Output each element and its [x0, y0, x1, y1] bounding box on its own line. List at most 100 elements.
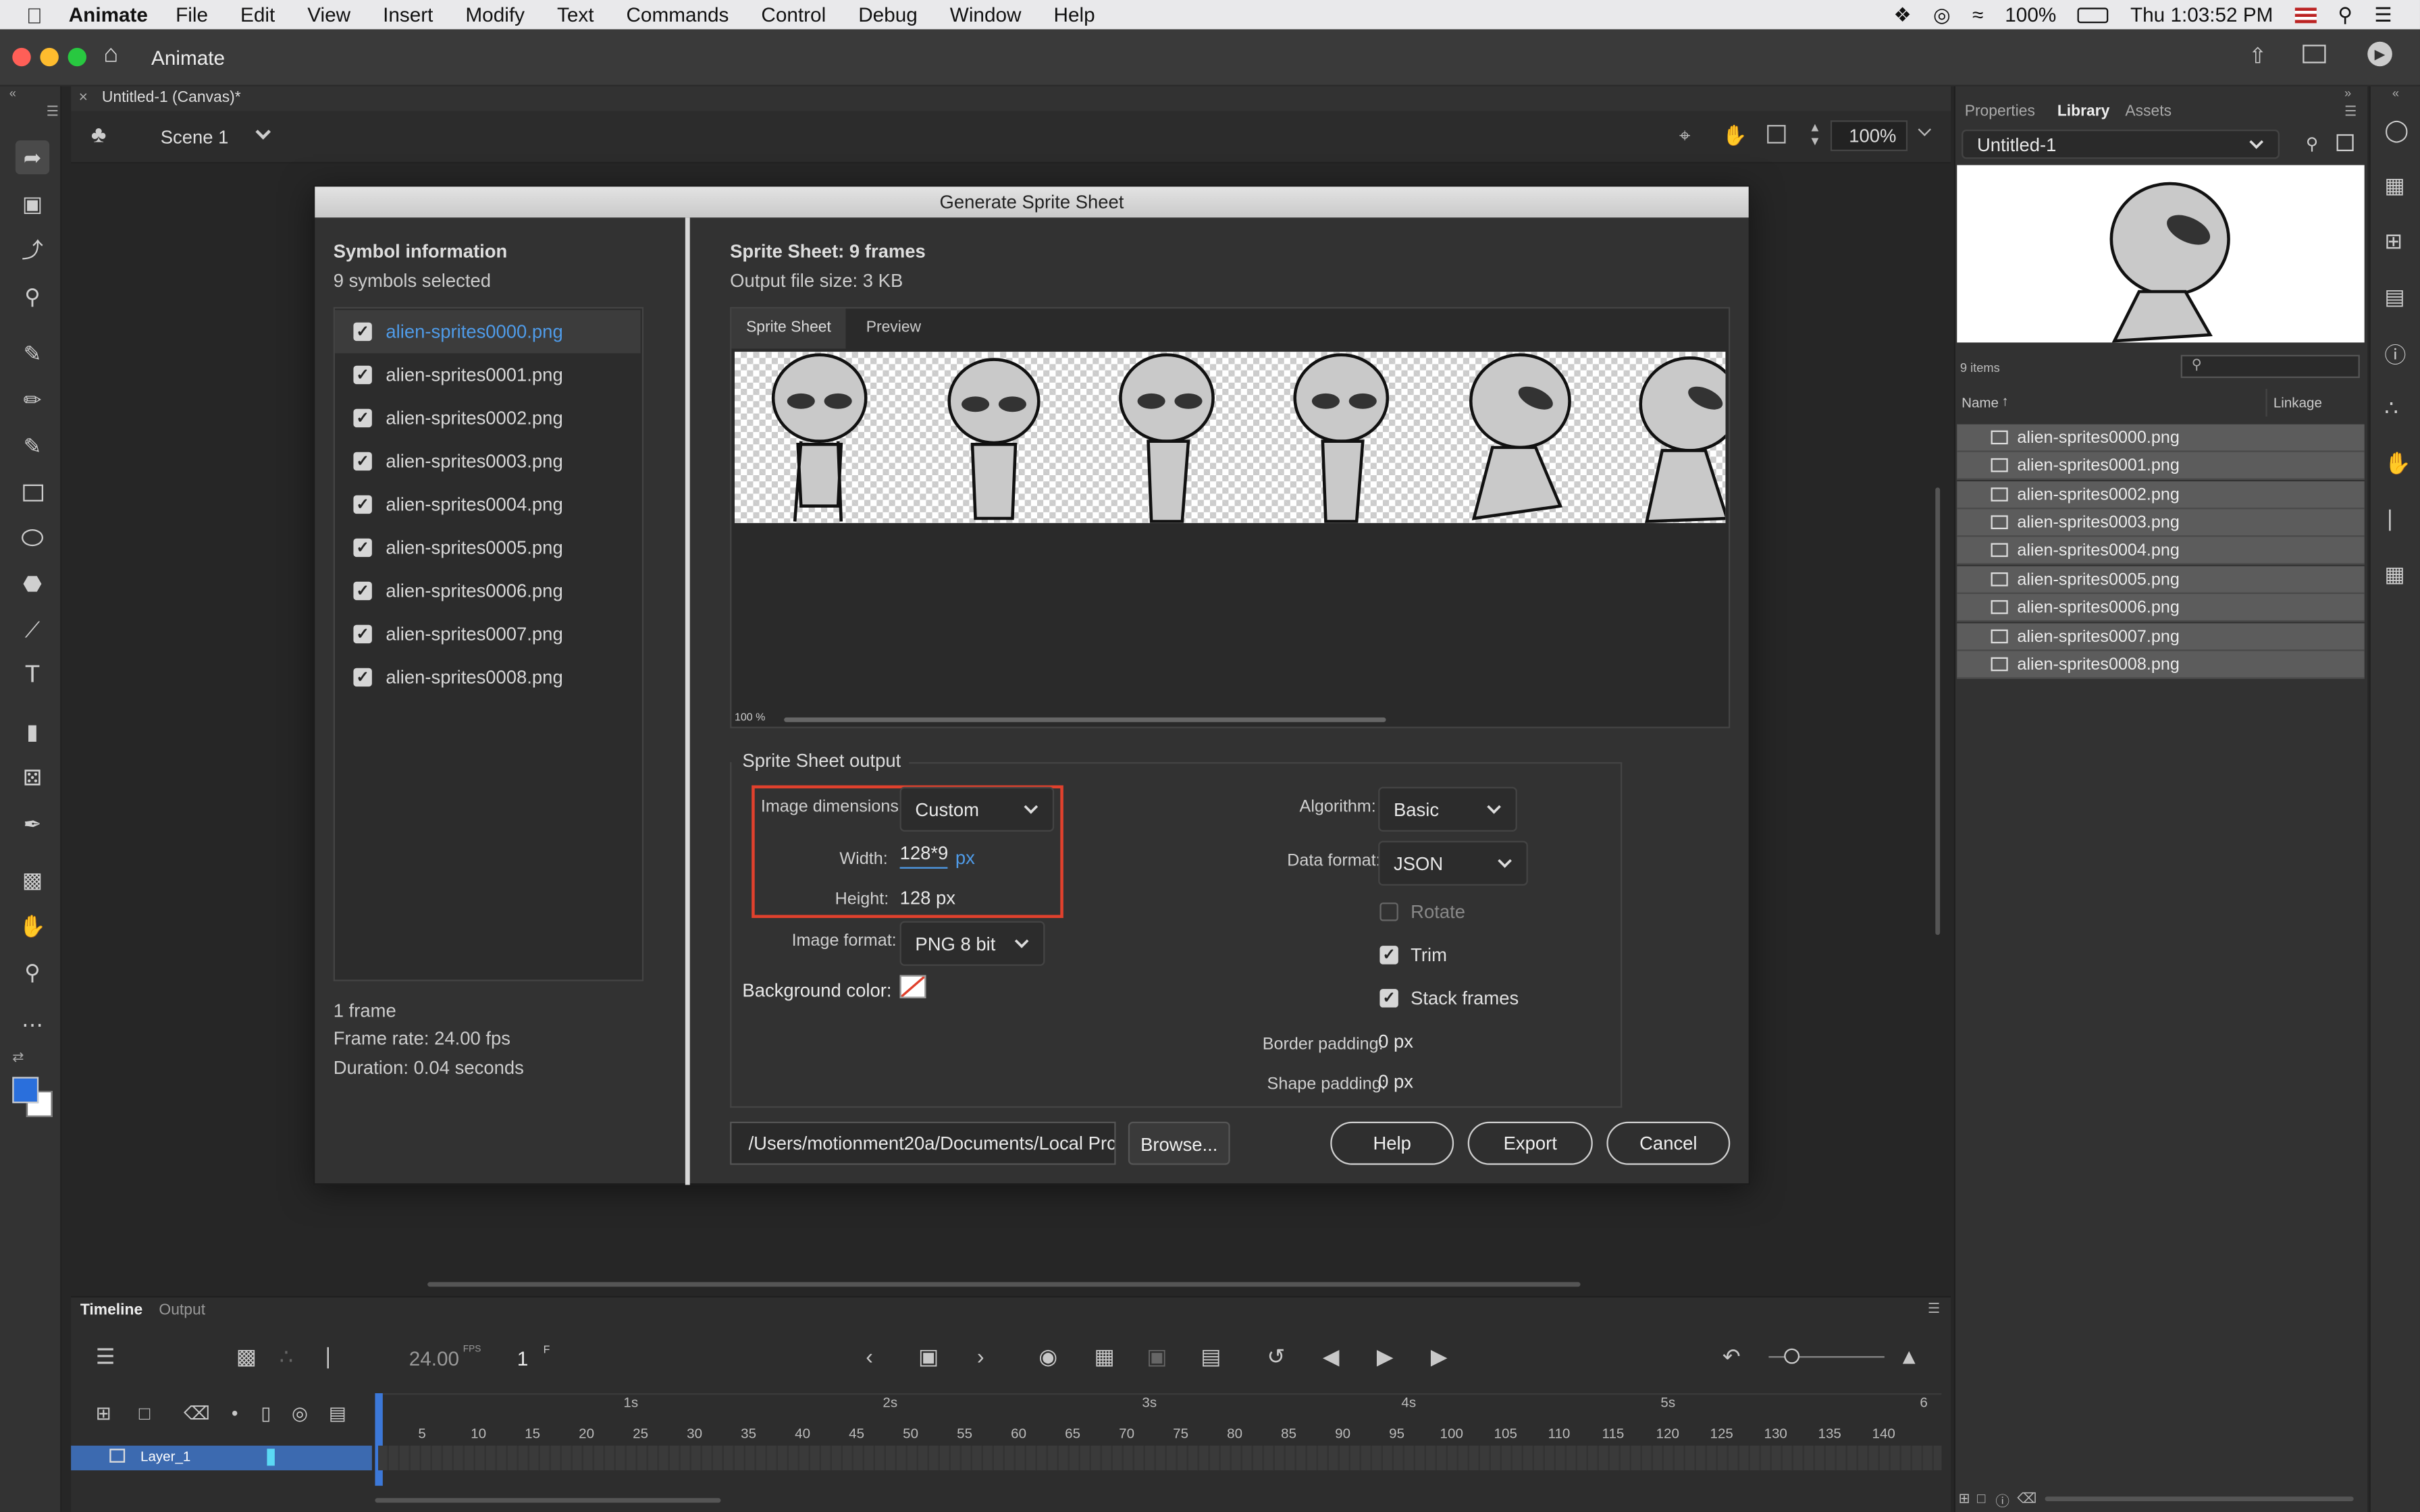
library-item[interactable]: alien-sprites0005.png	[1957, 566, 2365, 594]
data-format-dropdown[interactable]: JSON	[1378, 840, 1528, 886]
hand-tool-icon[interactable]: ✋	[16, 909, 49, 942]
library-item[interactable]: alien-sprites0008.png	[1957, 651, 2365, 679]
image-dimensions-dropdown[interactable]: Custom	[899, 786, 1055, 832]
align-panel-icon[interactable]: ⊞	[2384, 228, 2402, 254]
doc-tab[interactable]: Untitled-1 (Canvas)*	[102, 90, 241, 107]
new-folder-icon[interactable]: □	[139, 1403, 151, 1424]
new-folder-icon[interactable]: □	[1977, 1490, 1985, 1506]
menu-list-icon[interactable]: ☰	[2374, 2, 2392, 27]
symbol-row[interactable]: ✓ alien-sprites0000.png	[334, 310, 641, 354]
library-search-input[interactable]: ⚲	[2180, 354, 2360, 378]
stage-vertical-scrollbar[interactable]	[1935, 487, 1941, 936]
menu-help[interactable]: Help	[1053, 3, 1095, 26]
pencil-tool-icon[interactable]: ✎	[16, 429, 49, 462]
transform-panel-icon[interactable]: ▤	[2384, 284, 2404, 310]
new-library-icon[interactable]	[2336, 134, 2354, 151]
components-panel-icon[interactable]: ∴	[2384, 395, 2398, 421]
zoom-field[interactable]: 100%	[1830, 120, 1908, 151]
flag-icon[interactable]	[2294, 7, 2317, 23]
history-panel-icon[interactable]: ∣	[2384, 506, 2395, 533]
rotate-option[interactable]: Rotate	[1361, 901, 1465, 923]
free-transform-tool-icon[interactable]: ▣	[16, 187, 49, 221]
sort-arrow-icon[interactable]: ↑	[2002, 394, 2009, 409]
apple-icon[interactable]: 	[26, 2, 43, 27]
library-item[interactable]: alien-sprites0003.png	[1957, 509, 2365, 537]
close-doc-icon[interactable]: ×	[79, 90, 88, 107]
symbol-row[interactable]: ✓ alien-sprites0001.png	[335, 353, 641, 396]
lock-icon[interactable]: ▤	[329, 1403, 346, 1424]
color-panel-icon[interactable]: ◯	[2384, 117, 2409, 144]
delete-icon[interactable]: ⌫	[2017, 1490, 2036, 1507]
border-padding-input[interactable]: 0 px	[1378, 1031, 1413, 1052]
pin-tool-icon[interactable]: ⚲	[16, 279, 49, 313]
tab-preview[interactable]: Preview	[855, 308, 932, 348]
frame-value[interactable]: 1	[517, 1347, 529, 1370]
height-input[interactable]: 128 px	[900, 887, 955, 909]
menu-modify[interactable]: Modify	[465, 3, 525, 26]
wifi-icon[interactable]: ≈	[1972, 3, 1983, 26]
motion-presets-icon[interactable]: ✋	[2384, 450, 2411, 477]
tab-assets[interactable]: Assets	[2125, 103, 2172, 120]
timeline-scrollbar[interactable]	[375, 1498, 721, 1503]
workspace-icon[interactable]	[2303, 45, 2326, 63]
new-layer-icon[interactable]: ⊞	[96, 1403, 111, 1424]
width-input[interactable]: 128*9	[899, 842, 949, 869]
image-format-dropdown[interactable]: PNG 8 bit	[899, 921, 1045, 966]
center-frame-icon[interactable]: ▤	[1201, 1344, 1221, 1370]
home-icon[interactable]: ⌂	[103, 42, 118, 70]
oval-tool-icon[interactable]	[16, 520, 49, 554]
swap-colors-icon[interactable]: ⇄	[12, 1049, 24, 1066]
panel-menu-icon[interactable]: ☰	[47, 103, 59, 120]
onion-skin-icon[interactable]: ◉	[1038, 1344, 1057, 1370]
collapse-panel-icon[interactable]: »	[2344, 86, 2351, 101]
column-name[interactable]: Name	[1962, 395, 1999, 410]
zoom-window-button[interactable]	[68, 47, 86, 67]
symbol-row[interactable]: ✓ alien-sprites0004.png	[335, 483, 641, 526]
clip-icon[interactable]	[1767, 125, 1786, 144]
algorithm-dropdown[interactable]: Basic	[1378, 786, 1517, 832]
symbol-row[interactable]: ✓ alien-sprites0007.png	[335, 612, 641, 655]
layer-color-marker[interactable]	[267, 1449, 275, 1466]
frame-ruler[interactable]: 1s 2s 3s 4s 5s 6 5 10 15 20 25 30 35 40 …	[377, 1393, 1942, 1446]
new-symbol-icon[interactable]: ⊞	[1959, 1490, 1970, 1507]
menu-window[interactable]: Window	[950, 3, 1022, 26]
layers-icon[interactable]: ☰	[96, 1344, 115, 1370]
menu-app-name[interactable]: Animate	[69, 3, 148, 26]
menu-edit[interactable]: Edit	[240, 3, 275, 26]
menu-debug[interactable]: Debug	[858, 3, 918, 26]
menu-commands[interactable]: Commands	[626, 3, 729, 26]
loop-icon[interactable]: ↺	[1267, 1344, 1286, 1370]
step-forward-icon[interactable]: ▶	[1431, 1344, 1448, 1370]
properties-icon[interactable]: ⓘ	[1995, 1490, 2009, 1511]
scene-label[interactable]: Scene 1	[161, 126, 229, 148]
stage-horizontal-scrollbar[interactable]	[427, 1282, 1581, 1287]
paint-brush-icon[interactable]: ✎	[16, 336, 49, 370]
share-icon[interactable]: ⇧	[2248, 43, 2267, 70]
minimize-window-button[interactable]	[40, 47, 59, 67]
fps-value[interactable]: 24.00	[409, 1347, 459, 1370]
panel-menu-icon[interactable]: ☰	[1928, 1301, 1940, 1318]
zoom-chevron-icon[interactable]	[1918, 123, 1931, 136]
polystar-tool-icon[interactable]: ⬣	[16, 566, 49, 600]
symbol-row[interactable]: ✓ alien-sprites0006.png	[335, 569, 641, 612]
frame-picker-icon[interactable]: ▦	[2384, 562, 2404, 588]
tab-sprite-sheet[interactable]: Sprite Sheet	[731, 308, 846, 349]
outline-icon[interactable]: ▯	[261, 1403, 271, 1424]
fill-color-swatch[interactable]	[12, 1077, 39, 1104]
symbol-checkbox[interactable]: ✓	[353, 581, 372, 601]
rotate-stage-icon[interactable]: ✋	[1722, 124, 1747, 148]
layer-row[interactable]: Layer_1	[71, 1445, 372, 1471]
paint-bucket-icon[interactable]: ⚄	[16, 761, 49, 794]
clock[interactable]: Thu 1:03:52 PM	[2130, 3, 2273, 26]
play-test-icon[interactable]: ▶	[2367, 41, 2392, 67]
creative-cloud-icon[interactable]: ◎	[1933, 2, 1951, 27]
parenting-icon[interactable]: ∴	[280, 1344, 293, 1370]
camera-tool-icon[interactable]: ▩	[16, 863, 49, 896]
menu-file[interactable]: File	[176, 3, 208, 26]
library-document-dropdown[interactable]: Untitled-1	[1962, 129, 2280, 159]
stack-frames-checkbox[interactable]: ✓	[1379, 989, 1398, 1008]
stack-frames-option[interactable]: ✓ Stack frames	[1361, 988, 1519, 1009]
trim-option[interactable]: ✓ Trim	[1361, 944, 1447, 966]
collapse-strip-icon[interactable]: «	[2392, 86, 2399, 101]
next-keyframe-icon[interactable]: ›	[977, 1344, 984, 1369]
